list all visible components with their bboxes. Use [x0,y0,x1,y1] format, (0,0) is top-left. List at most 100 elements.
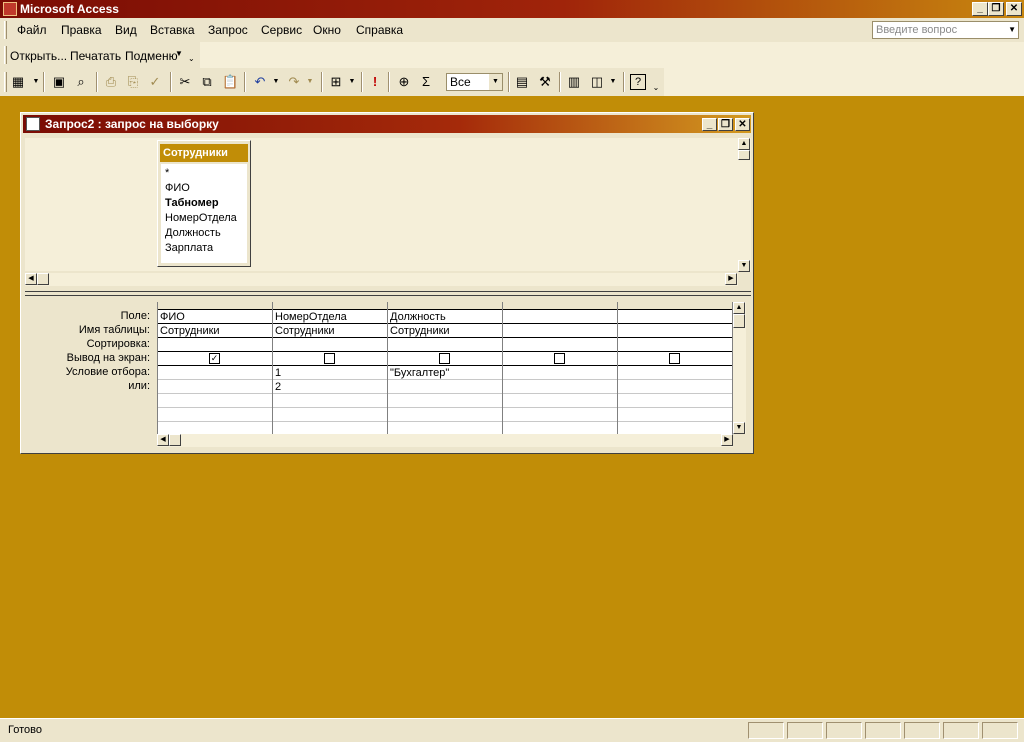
print-button[interactable]: Печатать [70,49,121,63]
chevron-down-icon[interactable]: ▼ [605,74,621,90]
run-icon[interactable]: ! [367,74,383,90]
scroll-down-icon[interactable]: ▼ [738,260,750,272]
toolbar-grip[interactable] [4,21,7,39]
grid-horizontal-scrollbar[interactable]: ◀ ▶ [157,434,733,447]
help-icon[interactable]: ? [630,74,646,90]
scroll-right-icon[interactable]: ▶ [721,434,733,446]
table-field-list[interactable]: Сотрудники * ФИО Табномер НомерОтдела До… [157,140,251,267]
menu-file[interactable]: Файл [17,23,47,37]
view-icon[interactable]: ▦ [10,74,26,90]
scroll-left-icon[interactable]: ◀ [25,273,37,285]
table-pane[interactable] [25,138,738,271]
menu-edit[interactable]: Правка [61,23,102,37]
spelling-icon[interactable]: ✓ [147,74,163,90]
query-icon [26,117,40,131]
paste-icon[interactable]: 📋 [222,74,238,90]
query-window-title-bar[interactable]: Запрос2 : запрос на выборку _ ❐ ✕ [23,115,751,133]
field-item[interactable]: НомерОтдела [165,212,237,224]
toolbar-options-icon[interactable]: ⌄ [188,54,195,63]
show-checkbox[interactable] [324,353,335,364]
grid-criteria-cell[interactable]: "Бухгалтер" [390,367,449,379]
scroll-up-icon[interactable]: ▲ [733,302,745,314]
menu-window[interactable]: Окно [313,23,341,37]
close-button[interactable]: ✕ [735,118,750,131]
minimize-button[interactable]: _ [972,2,988,16]
grid-criteria-cell[interactable]: 1 [275,367,281,379]
print-icon[interactable]: ⎙ [103,74,119,90]
build-icon[interactable]: ⚒ [537,74,553,90]
scroll-thumb[interactable] [169,434,181,446]
totals-icon[interactable]: Σ [418,74,434,90]
chevron-down-icon[interactable]: ▼ [28,74,44,90]
chevron-down-icon[interactable]: ▼ [489,74,502,90]
scroll-left-icon[interactable]: ◀ [157,434,169,446]
query-design-grid[interactable]: ФИО НомерОтдела Должность Сотрудники Сот… [157,302,733,434]
query-window-title: Запрос2 : запрос на выборку [45,117,219,131]
query-type-icon[interactable]: ⊞ [328,74,344,90]
undo-icon[interactable]: ↶ [252,74,268,90]
minimize-button[interactable]: _ [702,118,717,131]
chevron-down-icon[interactable]: ▼ [268,74,284,90]
toolbar-options-icon[interactable]: ⌄ [648,80,664,96]
search-icon[interactable]: ⌕ [73,74,89,90]
scroll-right-icon[interactable]: ▶ [725,273,737,285]
chevron-down-icon[interactable]: ▼ [175,49,183,58]
grid-field-cell[interactable]: ФИО [160,311,185,323]
chevron-down-icon[interactable]: ▼ [344,74,360,90]
new-object-icon[interactable]: ◫ [589,74,605,90]
pane-splitter[interactable] [25,291,751,296]
menu-view[interactable]: Вид [115,23,137,37]
show-checkbox[interactable] [554,353,565,364]
grid-field-cell[interactable]: Должность [390,311,446,323]
copy-icon[interactable]: ⧉ [199,74,215,90]
scroll-thumb[interactable] [738,150,750,160]
show-checkbox[interactable] [669,353,680,364]
horizontal-scrollbar[interactable]: ◀ ▶ [25,273,738,286]
menu-insert[interactable]: Вставка [150,23,195,37]
close-button[interactable]: ✕ [1006,2,1022,16]
status-pane [904,722,940,739]
restore-button[interactable]: ❐ [988,2,1004,16]
chevron-down-icon[interactable]: ▼ [302,74,318,90]
toolbar-grip[interactable] [4,72,7,92]
grid-table-cell[interactable]: Сотрудники [390,325,450,337]
chevron-down-icon[interactable]: ▼ [1008,25,1016,34]
toolbar-grip[interactable] [4,46,7,64]
toolbar-separator [361,72,363,92]
scroll-thumb[interactable] [733,314,745,328]
field-list[interactable]: * ФИО Табномер НомерОтдела Должность Зар… [161,164,247,263]
status-pane [826,722,862,739]
menu-query[interactable]: Запрос [208,23,248,37]
field-item[interactable]: Зарплата [165,242,213,254]
properties-icon[interactable]: ▤ [514,74,530,90]
show-checkbox[interactable]: ✓ [209,353,220,364]
submenu-button[interactable]: Подменю [125,49,178,63]
restore-button[interactable]: ❐ [718,118,733,131]
scroll-down-icon[interactable]: ▼ [733,422,745,434]
database-window-icon[interactable]: ▥ [566,74,582,90]
show-table-icon[interactable]: ⊕ [396,74,412,90]
cut-icon[interactable]: ✂ [177,74,193,90]
print-preview-icon[interactable]: ⎘ [125,74,141,90]
save-icon[interactable]: ▣ [51,74,67,90]
grid-field-cell[interactable]: НомерОтдела [275,311,347,323]
grid-vertical-scrollbar[interactable]: ▲ ▼ [733,302,746,434]
top-values-select[interactable]: Все ▼ [446,73,503,91]
open-button[interactable]: Открыть... [10,49,67,63]
scroll-thumb[interactable] [37,273,49,285]
redo-icon[interactable]: ↷ [286,74,302,90]
grid-table-cell[interactable]: Сотрудники [275,325,335,337]
menu-tools[interactable]: Сервис [261,23,302,37]
primary-key-field[interactable]: Табномер [165,197,219,209]
field-item[interactable]: Должность [165,227,221,239]
menu-help[interactable]: Справка [356,23,403,37]
ask-question-box[interactable]: Введите вопрос ▼ [872,21,1019,39]
grid-table-cell[interactable]: Сотрудники [160,325,220,337]
scroll-up-icon[interactable]: ▲ [738,138,750,150]
field-item[interactable]: * [165,167,169,179]
table-name[interactable]: Сотрудники [160,144,248,162]
grid-or-cell[interactable]: 2 [275,381,281,393]
vertical-scrollbar[interactable]: ▲ ▼ [738,138,751,272]
field-item[interactable]: ФИО [165,182,190,194]
show-checkbox[interactable] [439,353,450,364]
